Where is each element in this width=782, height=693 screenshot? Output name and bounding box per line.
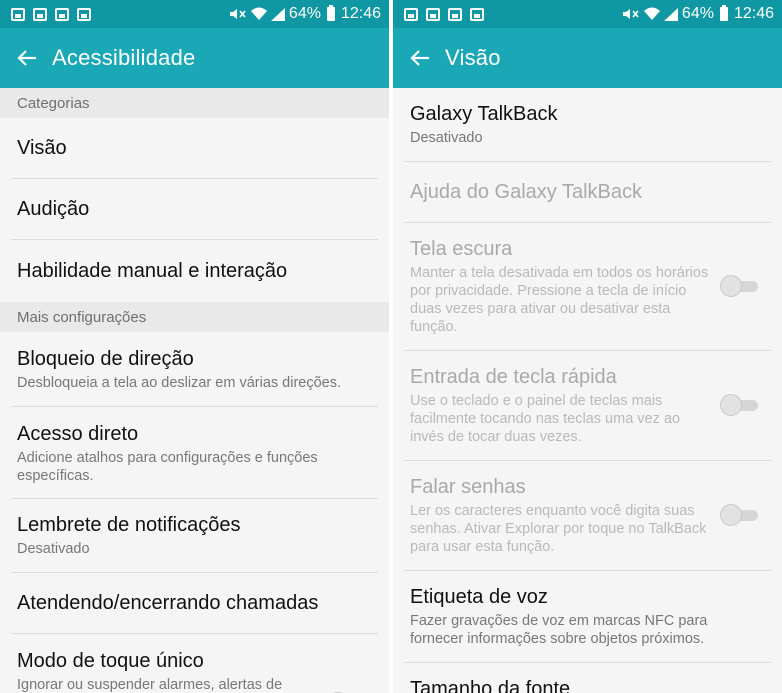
item-title: Tamanho da fonte	[410, 678, 571, 693]
gallery-icon	[33, 7, 47, 21]
list-item-habilidade-manual[interactable]: Habilidade manual e interação	[0, 240, 389, 302]
item-title: Acesso direto	[17, 423, 139, 445]
briefcase-icon	[77, 7, 91, 21]
list-item-tela-escura[interactable]: Tela escura Manter a tela desativada em …	[393, 223, 782, 351]
item-subtitle: Fazer gravações de voz em marcas NFC par…	[410, 613, 708, 647]
item-title: Visão	[17, 137, 67, 159]
list-item-visao[interactable]: Visão	[0, 118, 389, 179]
battery-icon	[326, 5, 335, 21]
app-bar: Acessibilidade	[0, 28, 389, 88]
briefcase-icon	[470, 7, 484, 21]
list-item-atendendo-chamadas[interactable]: Atendendo/encerrando chamadas	[0, 573, 389, 634]
clock: 12:46	[733, 5, 774, 22]
section-header-more-settings: Mais configurações	[0, 302, 389, 332]
list-item-ajuda-talkback[interactable]: Ajuda do Galaxy TalkBack	[393, 162, 782, 223]
wifi-icon	[643, 7, 660, 21]
list-item-tamanho-fonte[interactable]: Tamanho da fonte	[393, 663, 782, 693]
signal-icon	[663, 7, 678, 21]
list-item-falar-senhas[interactable]: Falar senhas Ler os caracteres enquanto …	[393, 461, 782, 571]
list-item-galaxy-talkback[interactable]: Galaxy TalkBack Desativado	[393, 88, 782, 162]
item-title: Habilidade manual e interação	[17, 259, 288, 282]
accessibility-screen: 64% 12:46 Acessibilidade Categorias Visã…	[0, 0, 389, 693]
item-subtitle: Ignorar ou suspender alarmes, alertas de	[17, 677, 283, 693]
briefcase-icon	[448, 7, 462, 21]
photo-icon	[11, 7, 25, 21]
list-item-tecla-rapida[interactable]: Entrada de tecla rápida Use o teclado e …	[393, 351, 782, 461]
item-subtitle: Desativado	[17, 541, 90, 557]
item-subtitle: Use o teclado e o painel de teclas mais …	[410, 393, 681, 445]
list-item-audicao[interactable]: Audição	[0, 179, 389, 240]
item-title: Galaxy TalkBack	[410, 103, 558, 125]
battery-icon	[719, 5, 728, 21]
item-subtitle: Desbloqueia a tela ao deslizar em várias…	[17, 375, 342, 391]
item-title: Ajuda do Galaxy TalkBack	[410, 181, 642, 203]
photo-icon	[404, 7, 418, 21]
back-arrow-icon[interactable]	[409, 47, 431, 69]
item-title: Entrada de tecla rápida	[410, 366, 617, 388]
status-bar: 64% 12:46	[0, 0, 389, 28]
mute-icon	[229, 7, 247, 21]
toggle-switch[interactable]	[720, 504, 760, 526]
item-subtitle: Manter a tela desativada em todos os hor…	[410, 265, 709, 335]
item-title: Audição	[17, 198, 90, 220]
list-item-bloqueio-direcao[interactable]: Bloqueio de direção Desbloqueia a tela a…	[0, 332, 389, 407]
list-item-lembrete-notificacoes[interactable]: Lembrete de notificações Desativado	[0, 499, 389, 573]
signal-icon	[270, 7, 285, 21]
page-title: Visão	[445, 45, 501, 70]
clock: 12:46	[340, 5, 381, 22]
item-title: Etiqueta de voz	[410, 586, 548, 608]
page-title: Acessibilidade	[52, 45, 196, 70]
status-bar: 64% 12:46	[393, 0, 782, 28]
back-arrow-icon[interactable]	[16, 47, 38, 69]
list-item-etiqueta-voz[interactable]: Etiqueta de voz Fazer gravações de voz e…	[393, 571, 782, 663]
item-title: Modo de toque único	[17, 650, 204, 672]
gallery-icon	[426, 7, 440, 21]
toggle-switch[interactable]	[720, 275, 760, 297]
vision-screen: 64% 12:46 Visão Galaxy TalkBack Desativa…	[393, 0, 782, 693]
item-title: Falar senhas	[410, 476, 526, 498]
item-title: Atendendo/encerrando chamadas	[17, 592, 319, 614]
settings-list: Galaxy TalkBack Desativado Ajuda do Gala…	[393, 88, 782, 693]
item-subtitle: Ler os caracteres enquanto você digita s…	[410, 503, 707, 555]
settings-list: Categorias Visão Audição Habilidade manu…	[0, 88, 389, 693]
item-title: Lembrete de notificações	[17, 514, 241, 536]
item-subtitle: Desativado	[410, 130, 483, 146]
item-title: Tela escura	[410, 238, 513, 260]
briefcase-icon	[55, 7, 69, 21]
list-item-acesso-direto[interactable]: Acesso direto Adicione atalhos para conf…	[0, 407, 389, 499]
battery-percent: 64%	[681, 5, 714, 22]
mute-icon	[622, 7, 640, 21]
battery-percent: 64%	[288, 5, 321, 22]
section-header-categories: Categorias	[0, 88, 389, 118]
toggle-switch[interactable]	[720, 394, 760, 416]
item-title: Bloqueio de direção	[17, 348, 194, 370]
item-subtitle: Adicione atalhos para configurações e fu…	[17, 450, 318, 484]
wifi-icon	[250, 7, 267, 21]
app-bar: Visão	[393, 28, 782, 88]
list-item-modo-toque-unico[interactable]: Modo de toque único Ignorar ou suspender…	[0, 634, 389, 693]
